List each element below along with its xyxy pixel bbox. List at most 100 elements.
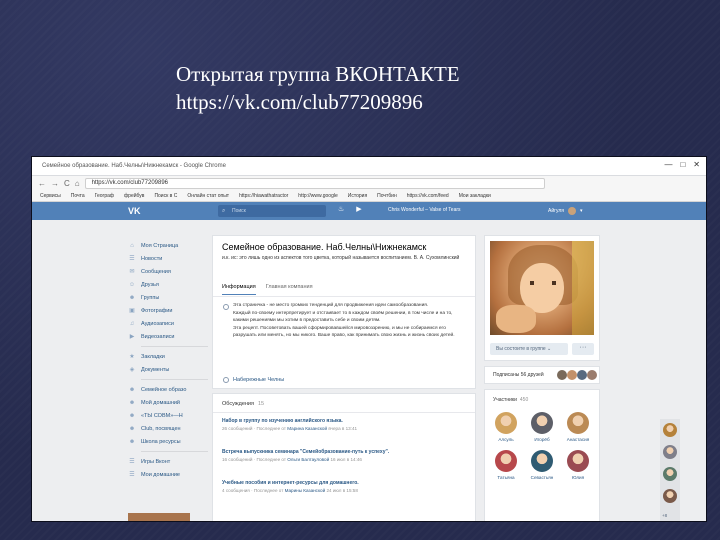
user-menu[interactable]: Айгуля ▾ xyxy=(548,207,582,215)
image-fragment xyxy=(128,513,190,521)
sidebar-item[interactable]: ☻ Школа ресурсы xyxy=(128,435,208,448)
members-count: 450 xyxy=(519,397,529,403)
bookmarks-bar: Сервисы Почта Географ фрейбув Поиск в С … xyxy=(32,190,706,202)
list-item[interactable]: Учебные пособия и интернет-ресурсы для д… xyxy=(222,480,462,493)
member-item[interactable]: Игорёб xyxy=(527,412,557,442)
sidebar-item[interactable]: ☻ «ТЫ СОВМ»—Н xyxy=(128,409,208,422)
members-header[interactable]: Участники 450 xyxy=(493,397,528,403)
sidebar-item[interactable]: ☰ Игры Вконт xyxy=(128,455,208,468)
member-item[interactable]: Алсуль xyxy=(491,412,521,442)
user-name: Айгуля xyxy=(548,208,564,214)
chat-sidebar: +8 xyxy=(660,419,680,521)
menu-divider xyxy=(141,379,208,380)
bookmark-item[interactable]: https://hiawathatractor xyxy=(239,193,288,199)
membership-button[interactable]: Вы состоите в группе ⌄ xyxy=(490,343,568,355)
member-item[interactable]: Татьяна xyxy=(491,450,521,480)
left-menu: ⌂ Моя Страница ☰ Новости ✉ Сообщения ☺ Друзья ☻ Г… xyxy=(128,239,208,481)
home-icon[interactable]: ⌂ xyxy=(75,179,80,188)
bookmark-item[interactable]: http://www.google xyxy=(298,193,337,199)
sidebar-item[interactable]: ☰ Новости xyxy=(128,252,208,265)
topic-title[interactable]: Учебные пособия и интернет-ресурсы для д… xyxy=(222,480,462,486)
bookmark-item[interactable]: Почтбин xyxy=(377,193,397,199)
menu-item-icon: ♫ xyxy=(129,320,135,327)
menu-item-icon: ▣ xyxy=(129,308,135,314)
slide-title-line-2: https://vk.com/club77209896 xyxy=(176,90,423,114)
topic-title[interactable]: Набор в группу по изучению английского я… xyxy=(222,418,462,424)
back-icon[interactable]: ← xyxy=(38,179,46,188)
tab-info[interactable]: Информация xyxy=(222,284,256,295)
chat-avatar[interactable] xyxy=(663,489,677,503)
list-item[interactable]: Набор в группу по изучению английского я… xyxy=(222,418,462,431)
sidebar-item[interactable]: ♫ Аудиозаписи xyxy=(128,317,208,330)
minimize-icon[interactable]: — xyxy=(664,160,672,169)
sidebar-item[interactable]: ☻ Группы xyxy=(128,291,208,304)
chat-more-count[interactable]: +8 xyxy=(662,513,667,518)
sidebar-item[interactable]: ☺ Друзья xyxy=(128,278,208,291)
close-icon[interactable]: ✕ xyxy=(693,160,700,169)
player-track[interactable]: Chris Wonderful – Valse of Tears xyxy=(388,207,461,213)
topic-title[interactable]: Встреча выпускника семинара "Семейобразо… xyxy=(222,449,462,455)
friend-avatar xyxy=(577,370,587,380)
description-paragraph: Эта рецепт. Посоветовать вашей сформиров… xyxy=(233,325,455,339)
group-description: Эта страничка - не место громких тенденц… xyxy=(233,302,469,340)
sidebar-item[interactable]: ▶ Видеозаписи xyxy=(128,330,208,343)
bookmark-item[interactable]: История xyxy=(348,193,367,199)
bell-icon[interactable]: ♨ xyxy=(338,205,344,213)
bookmark-item[interactable]: Сервисы xyxy=(40,193,61,199)
bookmark-item[interactable]: https://vk.com/feed xyxy=(407,193,449,199)
search-input[interactable]: ⌕ Поиск xyxy=(218,205,326,217)
sidebar-item[interactable]: ▣ Фотографии xyxy=(128,304,208,317)
chat-avatar[interactable] xyxy=(663,423,677,437)
info-icon xyxy=(223,304,229,310)
window-titlebar: Семейное образование. Наб.Челны\Нижнекам… xyxy=(32,157,706,176)
group-avatar-photo[interactable] xyxy=(490,241,594,335)
sidebar-item[interactable]: ⌂ Моя Страница xyxy=(128,239,208,252)
vk-logo[interactable]: VK xyxy=(128,206,141,216)
sidebar-item-label: Мои домашние xyxy=(141,471,180,478)
menu-divider xyxy=(141,451,208,452)
maximize-icon[interactable]: □ xyxy=(680,160,685,169)
bookmark-item[interactable]: Мои закладки xyxy=(459,193,491,199)
sidebar-item[interactable]: ☻ Club, посвящен xyxy=(128,422,208,435)
bookmark-item[interactable]: Географ xyxy=(95,193,114,199)
avatar xyxy=(495,450,517,472)
bookmark-item[interactable]: Поиск в С xyxy=(154,193,177,199)
avatar xyxy=(531,412,553,434)
more-actions-button[interactable]: ··· xyxy=(572,343,594,355)
member-name: Севастьян xyxy=(530,475,554,480)
reload-icon[interactable]: C xyxy=(64,179,70,188)
sidebar-item-label: Группы xyxy=(141,294,160,301)
sidebar-item[interactable]: ☰ Мои домашние xyxy=(128,468,208,481)
chat-avatar[interactable] xyxy=(663,467,677,481)
play-icon[interactable]: ▶ xyxy=(356,205,361,213)
address-input[interactable]: https://vk.com/club77209896 xyxy=(84,177,545,189)
member-item[interactable]: Севастьян xyxy=(527,450,557,480)
member-item[interactable]: Юлия xyxy=(563,450,593,480)
sidebar-item-label: Мой домашний xyxy=(141,399,181,406)
list-item[interactable]: Встреча выпускника семинара "Семейобразо… xyxy=(222,449,462,462)
group-info-card: Семейное образование. Наб.Челны\Нижнекам… xyxy=(212,235,476,389)
sidebar-item[interactable]: ✉ Сообщения xyxy=(128,265,208,278)
sidebar-item-label: Моя Страница xyxy=(141,242,179,249)
sidebar-item[interactable]: ◈ Документы xyxy=(128,363,208,376)
sidebar-item[interactable]: ★ Закладки xyxy=(128,350,208,363)
tab-title[interactable]: Семейное образование. Наб.Челны\Нижнекам… xyxy=(42,163,226,169)
tab-main-company[interactable]: Главная компания xyxy=(266,284,313,295)
bookmark-item[interactable]: Онлайн стат опыт xyxy=(187,193,229,199)
friend-avatar xyxy=(567,370,577,380)
bookmark-item[interactable]: Почта xyxy=(71,193,85,199)
page-title: Семейное образование. Наб.Челны\Нижнекам… xyxy=(222,242,427,252)
discussions-header[interactable]: Обсуждения 15 xyxy=(222,401,264,407)
avatar xyxy=(495,412,517,434)
sidebar-item[interactable]: ☻ Семейное образо xyxy=(128,383,208,396)
location-row[interactable]: Набережные Челны xyxy=(223,377,284,383)
location-link[interactable]: Набережные Челны xyxy=(233,377,284,383)
friend-avatar xyxy=(587,370,597,380)
discussions-card: Обсуждения 15 Набор в группу по изучению … xyxy=(212,393,476,521)
friends-subscribed-card[interactable]: Подписаны 56 друзей xyxy=(484,366,600,384)
chat-avatar[interactable] xyxy=(663,445,677,459)
member-item[interactable]: Анастасия xyxy=(563,412,593,442)
forward-icon[interactable]: → xyxy=(51,179,59,188)
sidebar-item[interactable]: ☻ Мой домашний xyxy=(128,396,208,409)
bookmark-item[interactable]: фрейбув xyxy=(124,193,144,199)
